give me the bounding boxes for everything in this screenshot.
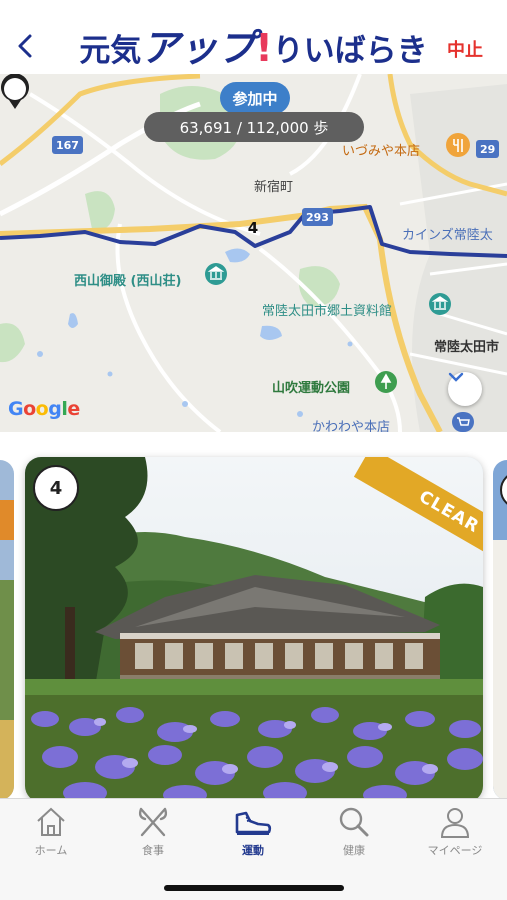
tab-label: 食事 [142, 844, 164, 857]
shopping-cart-icon [452, 412, 474, 432]
checkpoint-number-badge: 4 [33, 465, 79, 511]
app-header: 元気アップ!りいばらき 中止 [0, 0, 507, 74]
step-counter: 63,691 / 112,000 歩 [144, 112, 364, 142]
google-logo: Google [8, 398, 80, 420]
museum-icon [429, 293, 451, 315]
previous-checkpoint-card[interactable] [0, 460, 14, 798]
map-label-shinjuku: 新宿町 [254, 180, 294, 195]
app-logo: 元気アップ!りいばらき [79, 17, 427, 72]
map-label-nishiyama: 西山御殿 (西山荘) [74, 274, 182, 289]
map-label-museum: 常陸太田市郷土資料館 [262, 304, 393, 319]
tab-label: マイページ [427, 844, 483, 857]
checkpoint-carousel[interactable]: 4 CLEAR [0, 432, 507, 798]
map-label-yamabuki: 山吹運動公園 [272, 381, 351, 396]
tab-exercise[interactable]: 運動 [203, 805, 303, 865]
tab-mypage[interactable]: マイページ [405, 805, 505, 865]
expand-map-button[interactable] [448, 372, 482, 406]
map-label-kawawaya: かわわや本店 [312, 420, 391, 432]
tab-label: ホーム [34, 844, 68, 857]
back-arrow-icon[interactable] [10, 28, 40, 64]
person-icon [440, 808, 470, 838]
checkpoint-marker-icon[interactable] [0, 74, 30, 110]
restaurant-pin-icon [446, 133, 470, 157]
google-logo-letter: G [8, 398, 24, 420]
clear-badge-label: CLEAR [353, 457, 483, 577]
tab-meal[interactable]: 食事 [103, 805, 203, 865]
road-number-badge: 29 [476, 140, 500, 158]
logo-text-1: 元気 [79, 32, 142, 69]
checkpoint-marker-number: 4 [247, 219, 259, 237]
logo-bang: ! [255, 25, 273, 70]
map-label-hitachiota: 常陸太田市 [434, 340, 500, 355]
chevron-down-icon [448, 372, 464, 382]
participation-status-chip: 参加中 [220, 82, 290, 114]
tab-home[interactable]: ホーム [1, 805, 101, 865]
tab-health[interactable]: 健康 [304, 805, 404, 865]
quit-button[interactable]: 中止 [447, 36, 483, 62]
road-number-badge: 167 [52, 136, 83, 154]
logo-text-3: りいばらき [272, 32, 428, 69]
road-number-badge: 293 [302, 208, 333, 226]
tab-label: 健康 [343, 844, 365, 857]
map-label-izumiya: いづみや本店 [342, 144, 421, 159]
google-logo-letter: g [48, 398, 62, 420]
sneaker-icon [235, 811, 272, 835]
route-map[interactable]: 参加中 63,691 / 112,000 歩 167 293 29 いづみや本店… [0, 74, 507, 432]
app-screen: 元気アップ!りいばらき 中止 参加中 63,691 / 112,000 歩 16… [0, 0, 507, 900]
google-logo-letter: o [23, 398, 36, 420]
home-indicator[interactable] [164, 885, 344, 891]
tab-label: 運動 [242, 844, 264, 857]
next-checkpoint-card[interactable] [493, 460, 507, 798]
logo-text-2: アップ [141, 25, 256, 70]
home-icon [37, 807, 65, 836]
clear-ribbon: CLEAR [333, 457, 483, 607]
google-logo-letter: o [35, 398, 49, 420]
museum-icon [205, 263, 227, 285]
search-icon [339, 807, 369, 837]
map-label-cainz: カインズ常陸太 [402, 228, 493, 243]
google-logo-letter: e [67, 398, 80, 420]
fork-knife-icon [138, 807, 168, 837]
park-icon [375, 371, 397, 393]
checkpoint-card[interactable]: 4 CLEAR [25, 457, 483, 798]
